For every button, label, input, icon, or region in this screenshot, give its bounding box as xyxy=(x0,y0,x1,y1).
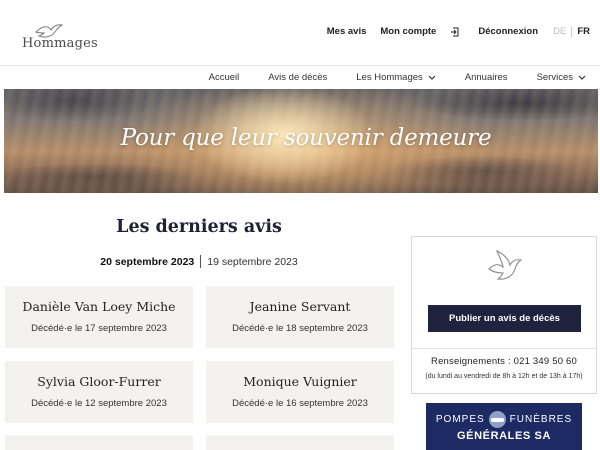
info-phone: Renseignements : 021 349 50 60 xyxy=(431,356,577,367)
site-header: Hommages Mes avis Mon compte Déconnexion… xyxy=(0,0,600,66)
ad-text-right: FUNÈBRES xyxy=(509,414,573,425)
logout-icon xyxy=(451,27,459,36)
my-account-link[interactable]: Mon compte xyxy=(380,26,436,37)
notice-card-partial[interactable] xyxy=(206,435,394,450)
logo-text: Hommages xyxy=(22,36,98,51)
notice-date: Décédé·e le 16 septembre 2023 xyxy=(232,398,368,409)
panel-divider xyxy=(412,348,596,349)
account-links: Mes avis Mon compte Déconnexion xyxy=(313,26,538,37)
pompes-funebres-ad[interactable]: POMPES FUNÈBRES GÉNÉRALES SA xyxy=(426,403,582,450)
publish-panel: Publier un avis de décès Renseignements … xyxy=(411,236,597,394)
ad-emblem-icon xyxy=(488,411,506,428)
ad-line1: POMPES FUNÈBRES xyxy=(426,411,582,428)
info-hours: (du lundi au vendredi de 8h à 12h et de … xyxy=(425,373,583,380)
language-switcher: DE FR xyxy=(553,26,590,37)
date-selector: 20 septembre 2023 19 septembre 2023 xyxy=(4,255,394,268)
notice-name: Monique Vuignier xyxy=(243,374,357,389)
publish-notice-button[interactable]: Publier un avis de décès xyxy=(428,305,581,332)
ad-line2: GÉNÉRALES SA xyxy=(457,430,551,442)
nav-label: Avis de décès xyxy=(268,71,328,83)
my-notices-link[interactable]: Mes avis xyxy=(327,26,367,37)
logout-label: Déconnexion xyxy=(478,26,538,37)
notice-card[interactable]: Sylvia Gloor-Furrer Décédé·e le 12 septe… xyxy=(5,361,193,423)
nav-item-services[interactable]: Services xyxy=(537,72,586,83)
chevron-down-icon xyxy=(578,75,586,80)
lang-de[interactable]: DE xyxy=(553,26,566,37)
nav-label: Accueil xyxy=(208,71,240,83)
date-tab-active[interactable]: 20 septembre 2023 xyxy=(100,256,194,268)
notice-name: Sylvia Gloor-Furrer xyxy=(37,374,161,389)
nav-label: Services xyxy=(536,71,573,83)
hero-tagline: Pour que leur souvenir demeure xyxy=(120,125,492,151)
section-title: Les derniers avis xyxy=(116,217,282,237)
notice-date: Décédé·e le 12 septembre 2023 xyxy=(31,398,167,409)
notice-date: Décédé·e le 18 septembre 2023 xyxy=(232,323,368,334)
lang-divider xyxy=(571,26,573,37)
notice-card[interactable]: Danièle Van Loey Miche Décédé·e le 17 se… xyxy=(5,286,193,348)
main-nav: Accueil Avis de décès Les Hommages Annua… xyxy=(180,70,586,84)
date-tab-previous[interactable]: 19 septembre 2023 xyxy=(207,256,297,268)
lang-fr[interactable]: FR xyxy=(577,26,590,37)
logout-link[interactable]: Déconnexion xyxy=(450,26,538,37)
nav-item-accueil[interactable]: Accueil xyxy=(209,72,240,83)
notice-date: Décédé·e le 17 septembre 2023 xyxy=(31,323,167,334)
notice-name: Jeanine Servant xyxy=(249,299,351,314)
notice-name: Danièle Van Loey Miche xyxy=(22,299,176,314)
hero-banner: Pour que leur souvenir demeure xyxy=(4,89,598,193)
notice-card[interactable]: Monique Vuignier Décédé·e le 16 septembr… xyxy=(206,361,394,423)
date-divider xyxy=(200,255,202,268)
nav-item-annuaires[interactable]: Annuaires xyxy=(465,72,508,83)
notice-card-partial[interactable] xyxy=(5,435,193,450)
site-logo[interactable]: Hommages xyxy=(10,12,98,52)
nav-item-avis-de-deces[interactable]: Avis de décès xyxy=(268,72,327,83)
notice-card[interactable]: Jeanine Servant Décédé·e le 18 septembre… xyxy=(206,286,394,348)
chevron-down-icon xyxy=(428,75,436,80)
nav-item-les-hommages[interactable]: Les Hommages xyxy=(356,72,436,83)
nav-label: Les Hommages xyxy=(356,71,423,83)
nav-label: Annuaires xyxy=(464,71,508,83)
dove-icon xyxy=(488,249,523,280)
ad-text-left: POMPES xyxy=(435,414,485,425)
